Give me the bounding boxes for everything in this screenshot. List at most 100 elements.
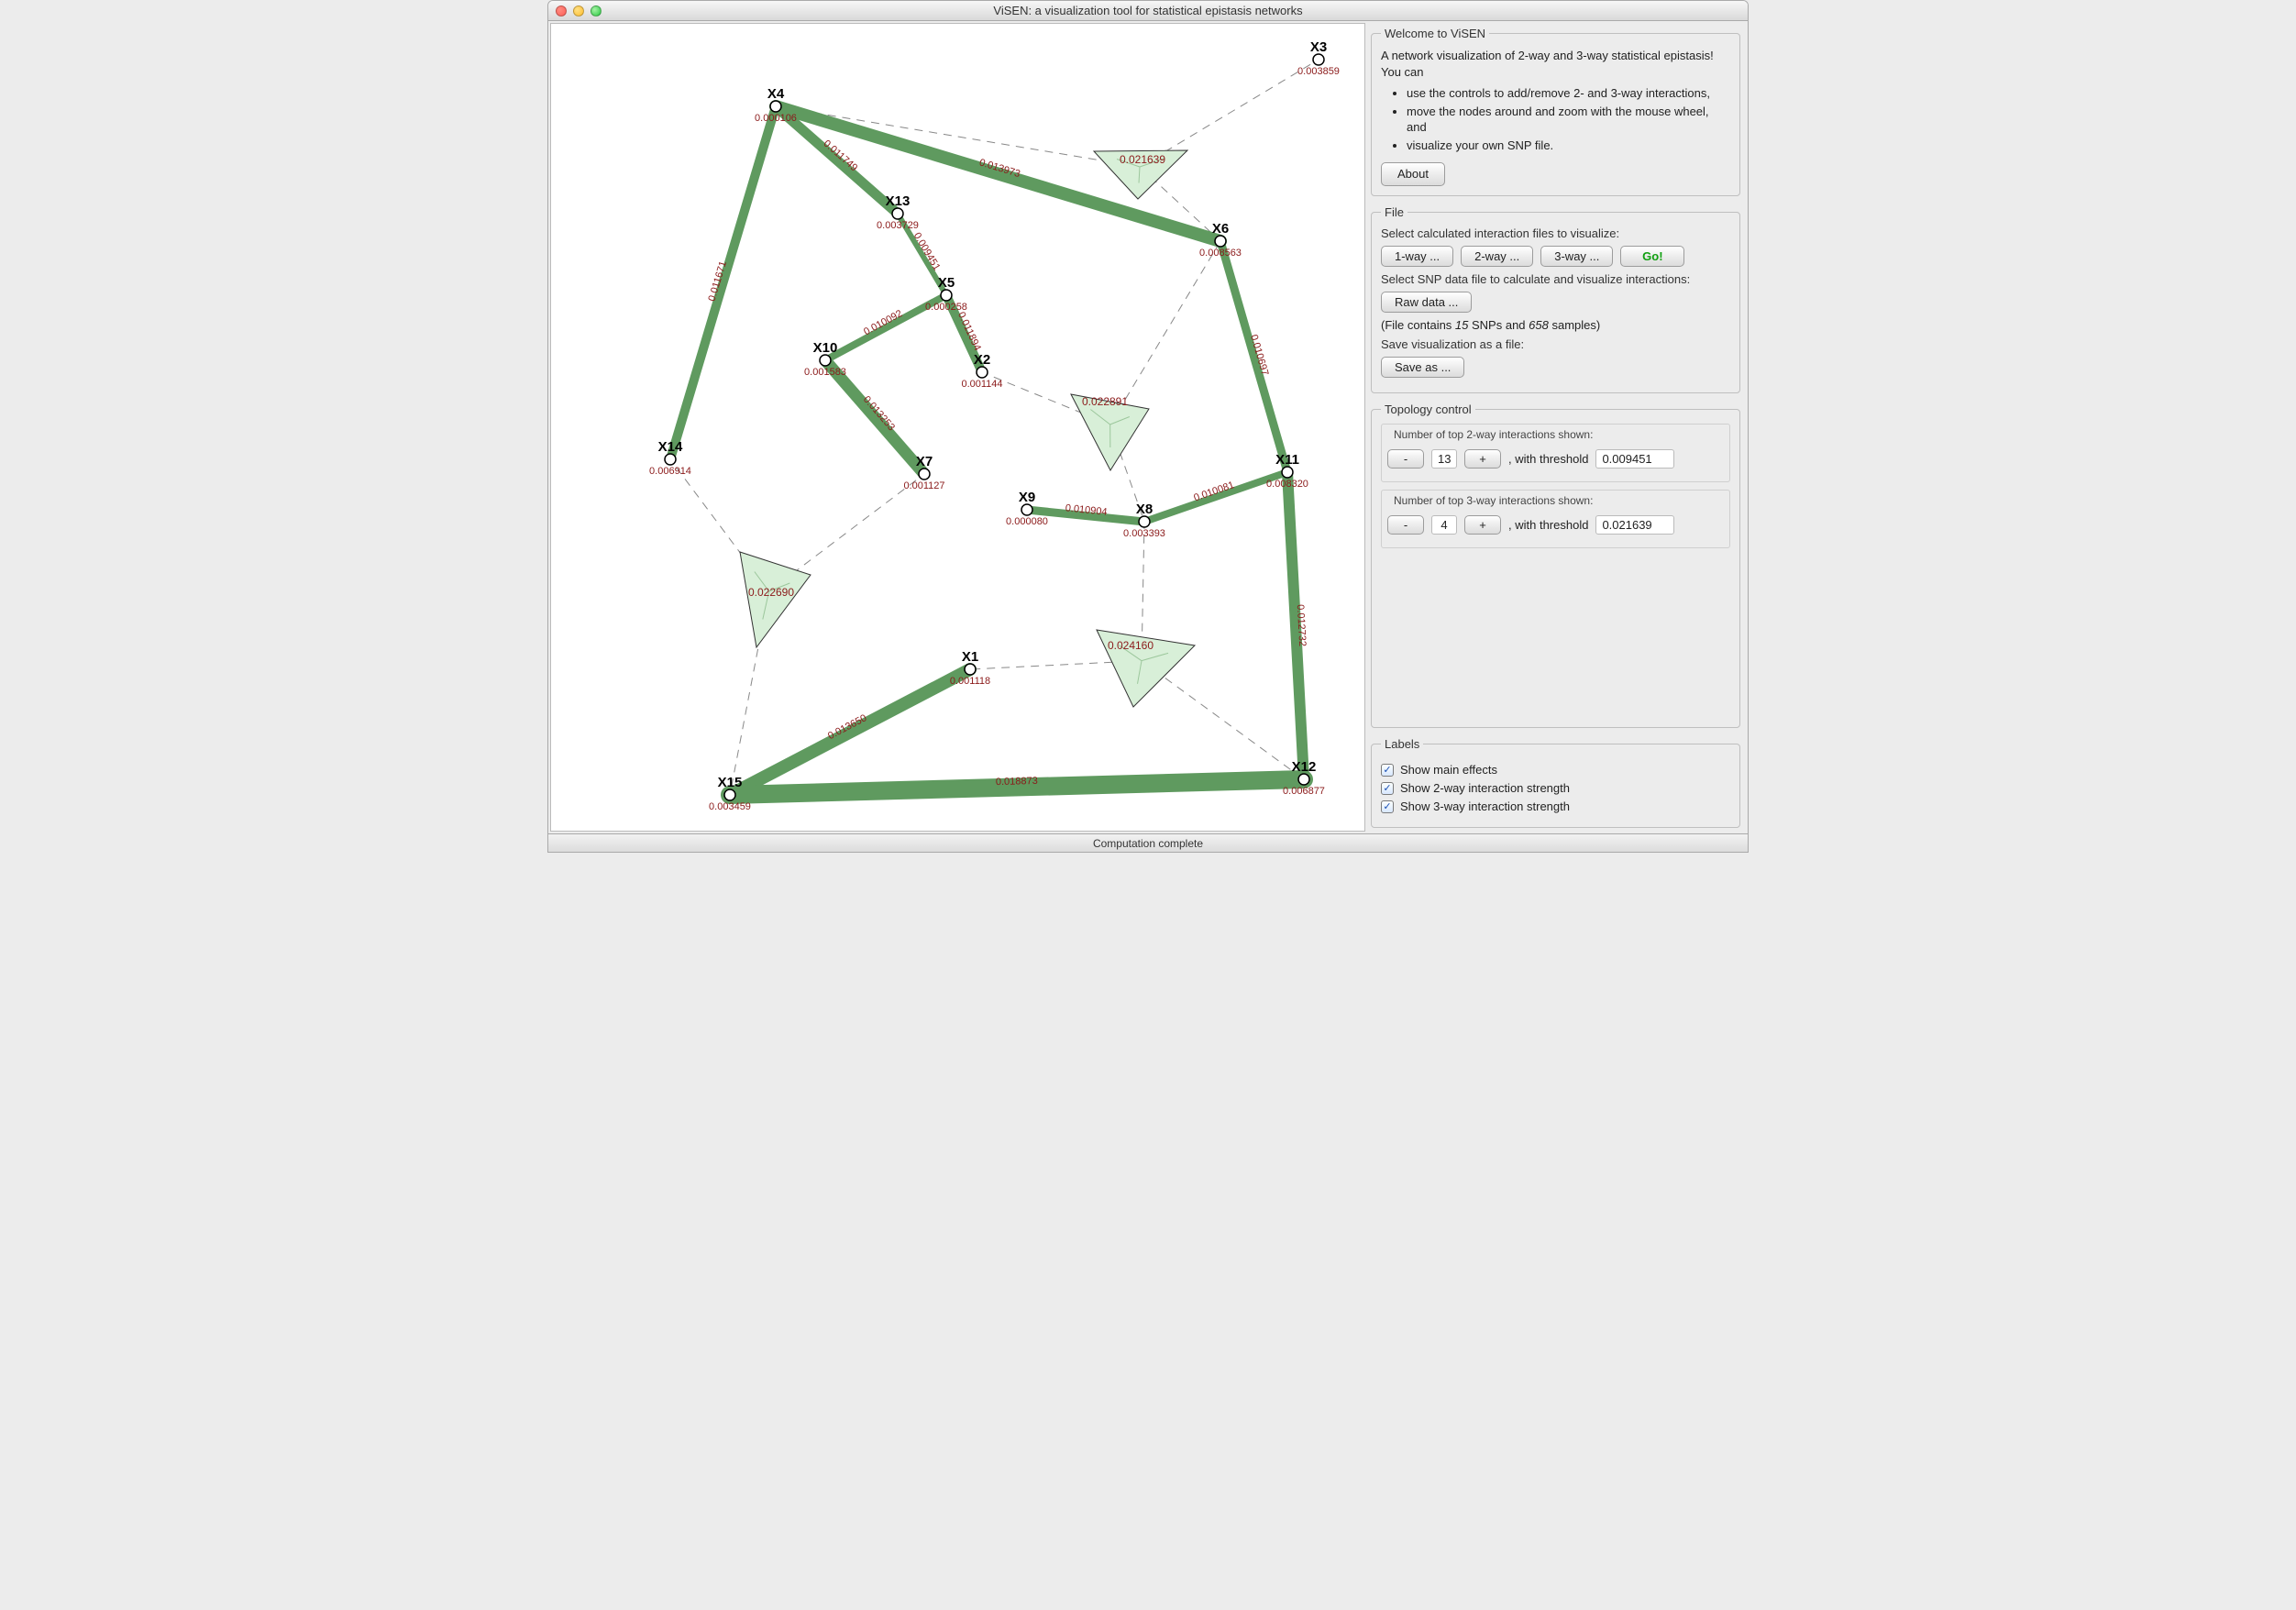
graph-canvas[interactable]: 0.0116710.0117490.0139730.0094510.010092… (550, 23, 1365, 832)
top3-threshold[interactable]: 0.021639 (1595, 515, 1674, 535)
node-X11[interactable] (1282, 467, 1293, 478)
labels-legend: Labels (1381, 737, 1423, 751)
node-X10[interactable] (820, 355, 831, 366)
node-X1[interactable] (965, 664, 976, 675)
titlebar: ViSEN: a visualization tool for statisti… (548, 1, 1748, 21)
check-icon: ✓ (1383, 764, 1391, 776)
file-select-snp-label: Select SNP data file to calculate and vi… (1381, 272, 1730, 286)
note-suffix: samples) (1549, 318, 1600, 332)
triangle-value: 0.022891 (1082, 395, 1128, 408)
top2-plus-button[interactable]: + (1464, 449, 1501, 469)
window-title: ViSEN: a visualization tool for statisti… (556, 4, 1740, 17)
top3-minus-button[interactable]: - (1387, 515, 1424, 535)
raw-data-button[interactable]: Raw data ... (1381, 292, 1472, 313)
top3-plus-button[interactable]: + (1464, 515, 1501, 535)
node-label: X14 (658, 439, 683, 455)
top2-subfield: Number of top 2-way interactions shown: … (1381, 424, 1730, 482)
welcome-bullet: visualize your own SNP file. (1407, 138, 1730, 154)
close-icon[interactable] (556, 6, 567, 17)
about-button[interactable]: About (1381, 162, 1445, 186)
edge[interactable] (670, 106, 776, 459)
node-X2[interactable] (977, 367, 988, 378)
topology-legend: Topology control (1381, 402, 1475, 416)
status-bar: Computation complete (548, 833, 1748, 852)
node-value: 0.001583 (804, 367, 846, 378)
node-X8[interactable] (1139, 516, 1150, 527)
node-X3[interactable] (1313, 54, 1324, 65)
node-X13[interactable] (892, 208, 903, 219)
edge[interactable] (730, 669, 970, 795)
node-X6[interactable] (1215, 236, 1226, 247)
node-X12[interactable] (1298, 774, 1309, 785)
traffic-lights (556, 6, 602, 17)
node-value: 0.000258 (925, 302, 967, 313)
node-value: 0.001127 (903, 480, 944, 491)
snp-count: 15 (1455, 318, 1468, 332)
triangle-value: 0.022690 (748, 586, 794, 599)
node-value: 0.008563 (1199, 248, 1242, 259)
label-main-effects: Show main effects (1400, 763, 1497, 777)
node-value: 0.003859 (1297, 66, 1340, 77)
node-X5[interactable] (941, 290, 952, 301)
node-X14[interactable] (665, 454, 676, 465)
top2-value[interactable]: 13 (1431, 449, 1457, 469)
side-panel: Welcome to ViSEN A network visualization… (1367, 21, 1748, 833)
node-value: 0.000106 (755, 113, 797, 124)
check-icon: ✓ (1383, 800, 1391, 812)
node-value: 0.006914 (649, 466, 691, 477)
triangle[interactable] (740, 552, 811, 647)
node-X9[interactable] (1021, 504, 1032, 515)
labels-panel: Labels ✓ Show main effects ✓ Show 2-way … (1371, 737, 1740, 828)
top3-value[interactable]: 4 (1431, 515, 1457, 535)
check-icon: ✓ (1383, 782, 1391, 794)
node-value: 0.001144 (961, 379, 1002, 390)
triangle-value: 0.021639 (1120, 153, 1165, 166)
node-label: X6 (1212, 221, 1229, 237)
calc-file-row: 1-way ... 2-way ... 3-way ... Go! (1381, 246, 1730, 267)
checkbox-main-effects[interactable]: ✓ (1381, 764, 1394, 777)
edge[interactable] (1220, 241, 1287, 472)
minimize-icon[interactable] (573, 6, 584, 17)
checkbox-2way-strength[interactable]: ✓ (1381, 782, 1394, 795)
network-svg[interactable]: 0.0116710.0117490.0139730.0094510.010092… (551, 24, 1363, 832)
file-panel: File Select calculated interaction files… (1371, 205, 1740, 393)
node-label: X13 (886, 193, 911, 209)
node-value: 0.003459 (709, 801, 751, 812)
node-label: X2 (974, 352, 990, 368)
node-X15[interactable] (724, 789, 735, 800)
save-as-button[interactable]: Save as ... (1381, 357, 1464, 378)
welcome-legend: Welcome to ViSEN (1381, 27, 1489, 40)
checkbox-3way-strength[interactable]: ✓ (1381, 800, 1394, 813)
welcome-bullet: use the controls to add/remove 2- and 3-… (1407, 85, 1730, 102)
note-mid: SNPs and (1468, 318, 1529, 332)
three-way-button[interactable]: 3-way ... (1540, 246, 1613, 267)
triangle-value: 0.024160 (1108, 639, 1154, 652)
node-label: X12 (1292, 759, 1317, 775)
node-label: X5 (938, 275, 955, 291)
node-label: X11 (1275, 452, 1299, 468)
top2-threshold[interactable]: 0.009451 (1595, 449, 1674, 469)
go-button[interactable]: Go! (1620, 246, 1684, 267)
node-value: 0.003729 (877, 220, 919, 231)
zoom-icon[interactable] (591, 6, 602, 17)
node-value: 0.008320 (1266, 479, 1308, 490)
sample-count: 658 (1529, 318, 1549, 332)
two-way-button[interactable]: 2-way ... (1461, 246, 1533, 267)
dashed-connector (1142, 661, 1304, 779)
node-X4[interactable] (770, 101, 781, 112)
topology-panel: Topology control Number of top 2-way int… (1371, 402, 1740, 728)
top3-thresh-label: , with threshold (1508, 518, 1588, 532)
app-window: ViSEN: a visualization tool for statisti… (547, 0, 1749, 853)
top3-label: Number of top 3-way interactions shown: (1391, 494, 1595, 507)
note-prefix: (File contains (1381, 318, 1455, 332)
node-value: 0.003393 (1123, 528, 1165, 539)
top2-minus-button[interactable]: - (1387, 449, 1424, 469)
node-value: 0.001118 (950, 676, 990, 687)
node-label: X10 (813, 340, 838, 356)
node-X7[interactable] (919, 469, 930, 480)
main-area: 0.0116710.0117490.0139730.0094510.010092… (548, 21, 1748, 833)
one-way-button[interactable]: 1-way ... (1381, 246, 1453, 267)
status-text: Computation complete (1093, 837, 1203, 850)
save-label: Save visualization as a file: (1381, 337, 1730, 351)
node-label: X15 (718, 775, 743, 790)
